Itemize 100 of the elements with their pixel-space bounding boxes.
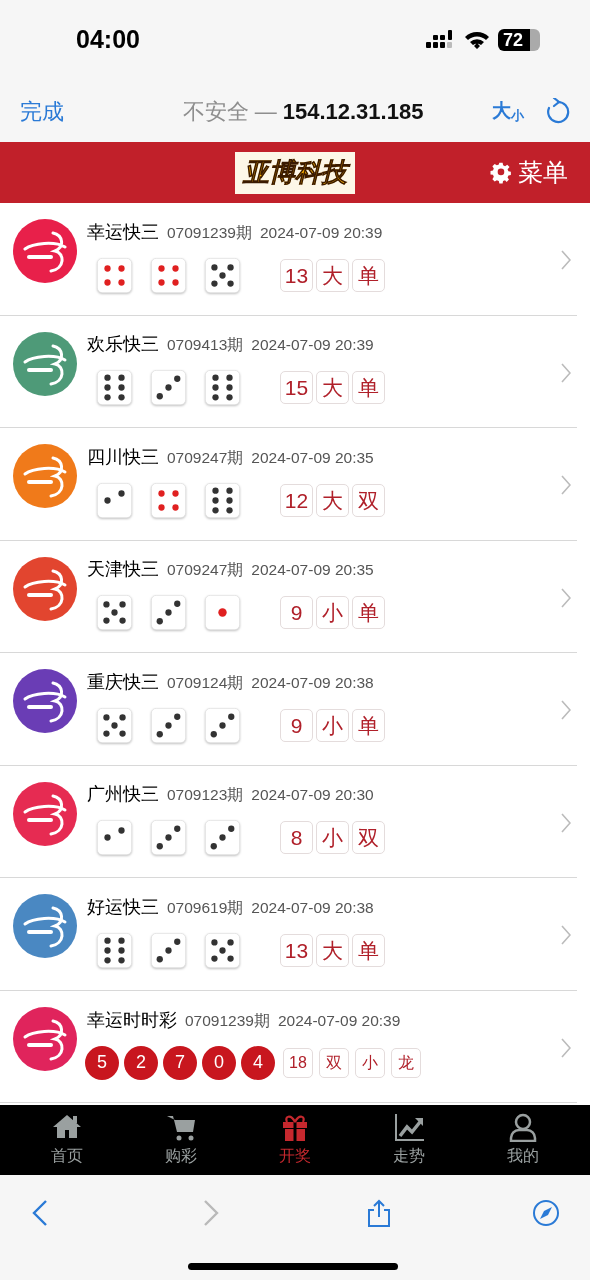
die-icon — [97, 257, 132, 293]
draw-time: 2024-07-09 20:35 — [251, 447, 374, 468]
result-tag: 单 — [352, 371, 385, 405]
security-label: 不安全 — — [182, 97, 277, 126]
result-tag: 单 — [352, 708, 385, 742]
draw-time: 2024-07-09 20:38 — [251, 672, 374, 693]
die-icon — [205, 820, 240, 856]
result-tag: 小 — [316, 596, 349, 630]
compass-icon[interactable] — [532, 1197, 560, 1228]
chevron-right-icon — [561, 812, 571, 833]
lottery-row[interactable]: 天津快三 0709247期 2024-07-09 20:35 9 小 单 — [0, 540, 577, 653]
result-tag: 15 — [280, 371, 313, 405]
reload-icon[interactable] — [546, 98, 570, 124]
result-tag: 单 — [352, 596, 385, 630]
result-tag: 9 — [280, 708, 313, 742]
period-number: 0709247期 — [167, 447, 244, 468]
result-tag: 龙 — [391, 1047, 421, 1078]
die-icon — [151, 820, 186, 856]
lottery-row[interactable]: 四川快三 0709247期 2024-07-09 20:35 12 大 双 — [0, 428, 577, 541]
period-number: 07091239期 — [185, 1010, 270, 1031]
die-icon — [97, 595, 132, 631]
chevron-right-icon — [561, 362, 571, 383]
result-tag: 大 — [316, 933, 349, 967]
lottery-name: 广州快三 — [87, 783, 159, 807]
lottery-row[interactable]: 欢乐快三 0709413期 2024-07-09 20:39 15 大 单 — [0, 315, 577, 428]
die-icon — [205, 370, 240, 406]
lottery-row[interactable]: 重庆快三 0709124期 2024-07-09 20:38 9 小 单 — [0, 653, 577, 766]
lottery-row[interactable]: 幸运时时彩 07091239期 2024-07-09 20:39 5 2 7 0 4 18 双 小 龙 — [0, 990, 577, 1103]
result-tag: 小 — [316, 708, 349, 742]
die-icon — [151, 707, 186, 743]
die-icon — [151, 257, 186, 293]
period-number: 0709247期 — [167, 560, 244, 581]
period-number: 0709619期 — [167, 897, 244, 918]
result-tag: 小 — [355, 1047, 385, 1078]
wifi-icon — [464, 30, 490, 50]
draw-time: 2024-07-09 20:39 — [277, 1010, 401, 1031]
trend-icon — [394, 1112, 424, 1142]
result-tag: 小 — [316, 821, 349, 855]
address-text[interactable]: 154.12.31.185 — [282, 94, 424, 128]
chevron-right-icon — [561, 587, 571, 608]
site-logo: 亚博科技 — [235, 151, 355, 194]
die-icon — [205, 257, 240, 293]
done-button[interactable]: 完成 — [20, 94, 64, 128]
result-tag: 8 — [280, 821, 313, 855]
chevron-right-icon — [561, 250, 571, 270]
period-number: 0709123期 — [167, 785, 244, 806]
result-tag: 18 — [283, 1047, 313, 1078]
result-tag: 单 — [352, 258, 385, 292]
die-icon — [151, 595, 186, 631]
result-tag: 大 — [316, 483, 349, 517]
draw-time: 2024-07-09 20:35 — [251, 560, 374, 581]
tab-bar-item[interactable]: 首页 — [27, 1112, 107, 1168]
die-icon — [97, 932, 132, 968]
tab-bar-item[interactable]: 走势 — [369, 1112, 449, 1168]
result-tag: 大 — [316, 371, 349, 405]
die-icon — [97, 707, 132, 743]
settings-icon — [490, 161, 512, 184]
draw-time: 2024-07-09 20:38 — [251, 897, 374, 918]
die-icon — [151, 932, 186, 968]
result-tag: 双 — [352, 483, 385, 517]
result-tag: 双 — [319, 1047, 349, 1078]
chevron-right-icon — [561, 925, 571, 945]
chevron-right-icon — [561, 475, 571, 495]
die-icon — [205, 932, 240, 968]
chevron-right-icon — [561, 1037, 571, 1058]
result-tag: 13 — [280, 258, 313, 292]
die-icon — [205, 707, 240, 743]
battery-level: 72 — [503, 31, 524, 49]
die-icon — [97, 370, 132, 406]
lottery-row[interactable]: 好运快三 0709619期 2024-07-09 20:38 13 大 单 — [0, 878, 577, 991]
result-tag: 单 — [352, 933, 385, 967]
die-icon — [151, 482, 186, 518]
result-tag: 13 — [280, 933, 313, 967]
lottery-name: 四川快三 — [87, 445, 159, 469]
lottery-name: 天津快三 — [87, 558, 159, 582]
menu-button[interactable]: 菜单 — [490, 153, 568, 192]
period-number: 0709124期 — [167, 672, 244, 693]
tab-bar-item[interactable]: 购彩 — [141, 1112, 221, 1168]
lottery-name: 幸运快三 — [87, 220, 159, 244]
lottery-row[interactable]: 幸运快三 07091239期 2024-07-09 20:39 13 大 单 — [0, 203, 577, 316]
die-icon — [205, 595, 240, 631]
result-tag: 大 — [316, 258, 349, 292]
tab-bar-item[interactable]: 我的 — [483, 1112, 563, 1168]
period-number: 07091239期 — [167, 222, 252, 243]
lottery-name: 欢乐快三 — [87, 333, 159, 357]
die-icon — [97, 482, 132, 518]
clock-time: 04:00 — [76, 24, 140, 56]
draw-time: 2024-07-09 20:39 — [259, 222, 383, 243]
lottery-name: 幸运时时彩 — [87, 1008, 177, 1032]
result-tag: 双 — [352, 821, 385, 855]
chevron-right-icon — [561, 700, 571, 720]
die-icon — [97, 820, 132, 856]
result-tag: 12 — [280, 483, 313, 517]
user-icon — [508, 1112, 538, 1142]
result-tag: 9 — [280, 596, 313, 630]
draw-time: 2024-07-09 20:30 — [251, 785, 374, 806]
lottery-row[interactable]: 广州快三 0709123期 2024-07-09 20:30 8 小 双 — [0, 765, 577, 878]
draw-time: 2024-07-09 20:39 — [251, 335, 374, 356]
period-number: 0709413期 — [167, 335, 244, 356]
tab-bar-item[interactable]: 开奖 — [255, 1112, 335, 1168]
